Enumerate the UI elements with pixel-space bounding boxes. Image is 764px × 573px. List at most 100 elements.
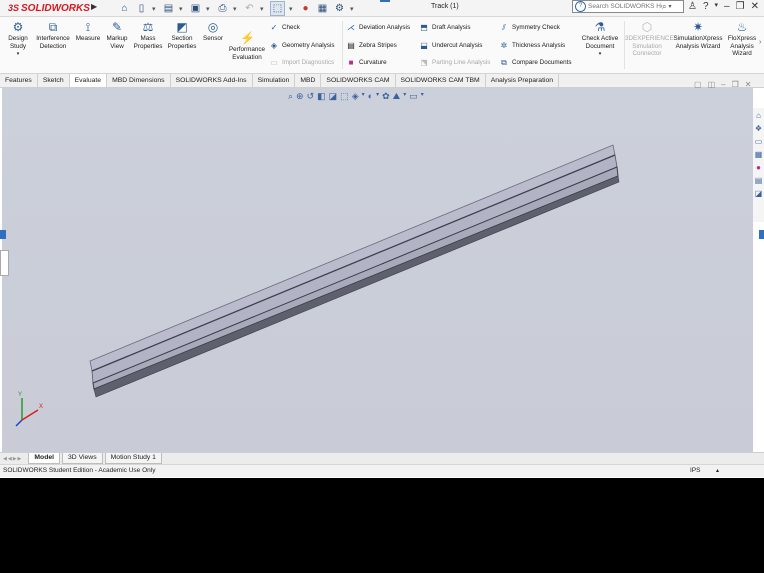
- track-groove-line: [91, 154, 616, 372]
- track-part[interactable]: [89, 144, 620, 398]
- user-icon[interactable]: ♙: [688, 1, 697, 12]
- measure-button[interactable]: ⟟ Measure: [74, 20, 102, 43]
- import-diagnostics-button[interactable]: ▭ Import Diagnostics: [269, 57, 334, 68]
- design-study-button[interactable]: ⚙ Design Study ▾: [4, 20, 32, 59]
- options-dropdown-icon[interactable]: ▾: [350, 5, 356, 13]
- tab-solidworks-add-ins[interactable]: SOLIDWORKS Add-Ins: [171, 74, 253, 87]
- symmetry-check-button[interactable]: ⫽ Symmetry Check: [499, 22, 560, 33]
- zebra-stripes-icon: ▤: [347, 40, 355, 50]
- check-active-dropdown-icon[interactable]: ▾: [599, 51, 602, 57]
- tab-sketch[interactable]: Sketch: [38, 74, 70, 87]
- tab-solidworks-cam-tbm[interactable]: SOLIDWORKS CAM TBM: [396, 74, 486, 87]
- top-splitter-handle[interactable]: [380, 0, 390, 2]
- parting-line-icon: ⬔: [420, 57, 428, 67]
- deviation-analysis-button[interactable]: ⋌ Deviation Analysis: [346, 22, 410, 33]
- minimize-icon[interactable]: –: [724, 1, 730, 12]
- right-edge-handle[interactable]: [759, 230, 764, 239]
- view-palette-icon[interactable]: ▦: [754, 149, 763, 160]
- feature-manager-flyout-tab[interactable]: [0, 250, 9, 276]
- tab-features[interactable]: Features: [0, 74, 38, 87]
- forum-icon[interactable]: ◪: [754, 188, 763, 199]
- print-icon[interactable]: ⎙: [216, 2, 229, 15]
- thickness-analysis-button[interactable]: ✲ Thickness Analysis: [499, 40, 566, 51]
- thickness-icon: ✲: [500, 40, 508, 50]
- undercut-analysis-button[interactable]: ⬓ Undercut Analysis: [419, 40, 482, 51]
- tab-simulation[interactable]: Simulation: [253, 74, 296, 87]
- curvature-button[interactable]: ■ Curvature: [346, 57, 387, 68]
- compare-documents-button[interactable]: ⧉ Compare Documents: [499, 57, 572, 68]
- section-properties-button[interactable]: ◩ Section Properties: [166, 20, 198, 50]
- floxpress-button[interactable]: ♨ FloXpress Analysis Wizard: [726, 20, 758, 58]
- simulationxpress-button[interactable]: ✷ SimulationXpress Analysis Wizard: [670, 20, 726, 50]
- design-study-dropdown-icon[interactable]: ▾: [17, 51, 20, 57]
- help-dropdown-icon[interactable]: ▾: [715, 1, 719, 12]
- help-search-box[interactable]: ? ⌕ ▾: [572, 0, 684, 13]
- undo-dropdown-icon[interactable]: ▾: [260, 5, 266, 13]
- print-dropdown-icon[interactable]: ▾: [233, 5, 239, 13]
- file-properties-icon[interactable]: ▦: [316, 2, 329, 15]
- rebuild-icon[interactable]: ●: [299, 2, 312, 15]
- simxpress-label-1: SimulationXpress: [673, 35, 723, 42]
- home-icon[interactable]: ⌂: [118, 2, 131, 15]
- solidworks-resources-icon[interactable]: ⌂: [754, 110, 763, 121]
- tab-mbd[interactable]: MBD: [295, 74, 322, 87]
- sensor-button[interactable]: ◎ Sensor: [200, 20, 226, 43]
- tab-solidworks-cam[interactable]: SOLIDWORKS CAM: [321, 74, 396, 87]
- restore-icon[interactable]: ❐: [736, 1, 745, 12]
- tab-3d-views[interactable]: 3D Views: [62, 453, 103, 464]
- graphics-area[interactable]: ▢ ◫ – ❐ ✕ ⌕ ⊕ ↺ ◧ ◪ ⬚ ◈ ▾ ◐ ▾ ✿ ⛰ ▾ ▭ ▾: [2, 80, 753, 452]
- search-icon[interactable]: ⌕: [662, 2, 666, 12]
- zebra-stripes-button[interactable]: ▤ Zebra Stripes: [346, 40, 397, 51]
- appearances-icon[interactable]: ●: [754, 162, 763, 173]
- check-button[interactable]: ✓ Check: [269, 22, 300, 33]
- help-icon: ?: [575, 1, 586, 12]
- open-icon[interactable]: ▤: [162, 2, 175, 15]
- search-dropdown-icon[interactable]: ▾: [668, 3, 671, 10]
- select-dropdown-icon[interactable]: ▾: [289, 5, 295, 13]
- save-dropdown-icon[interactable]: ▾: [206, 5, 212, 13]
- menu-expand-arrow-icon[interactable]: ▶: [91, 2, 99, 14]
- undo-icon[interactable]: ↶: [243, 2, 256, 15]
- parting-line-analysis-button[interactable]: ⬔ Parting Line Analysis: [419, 57, 490, 68]
- tab-mbd-dimensions[interactable]: MBD Dimensions: [107, 74, 171, 87]
- new-dropdown-icon[interactable]: ▾: [152, 5, 158, 13]
- unit-system-dropdown-icon[interactable]: ▴: [716, 465, 719, 477]
- ribbon-scroll-right-icon[interactable]: ›: [759, 39, 761, 46]
- coordinate-triad: X Y: [15, 392, 43, 427]
- performance-icon: ⚡: [240, 31, 255, 45]
- open-dropdown-icon[interactable]: ▾: [179, 5, 185, 13]
- options-gear-icon[interactable]: ⚙: [333, 2, 346, 15]
- new-document-icon[interactable]: ▯: [135, 2, 148, 15]
- tab-scroll-arrows-icon[interactable]: ◀◀▶▶: [0, 456, 28, 462]
- tab-motion-study-1[interactable]: Motion Study 1: [104, 453, 162, 464]
- help-search-input[interactable]: [588, 3, 662, 10]
- triad-x-label: X: [39, 404, 43, 410]
- tab-analysis-preparation[interactable]: Analysis Preparation: [486, 74, 560, 87]
- file-explorer-icon[interactable]: ▭: [754, 136, 763, 147]
- save-icon[interactable]: ▣: [189, 2, 202, 15]
- geometry-analysis-button[interactable]: ◈ Geometry Analysis: [269, 40, 335, 51]
- unit-system[interactable]: IPS: [690, 465, 700, 477]
- left-edge-handle[interactable]: [0, 230, 6, 239]
- interference-detection-button[interactable]: ⧉ Interference Detection: [33, 20, 73, 50]
- tab-model[interactable]: Model: [28, 453, 61, 464]
- deviation-icon: ⋌: [347, 22, 355, 32]
- measure-label: Measure: [75, 35, 101, 42]
- close-icon[interactable]: ✕: [751, 1, 759, 12]
- markup-view-button[interactable]: ✎ Markup View: [104, 20, 130, 50]
- performance-evaluation-button[interactable]: ⚡ Performance Evaluation: [227, 31, 267, 61]
- check-active-document-button[interactable]: ⚗ Check Active Document ▾: [578, 20, 622, 59]
- compare-documents-label: Compare Documents: [512, 59, 572, 66]
- tab-evaluate[interactable]: Evaluate: [69, 74, 108, 87]
- track-side-face: [93, 175, 620, 398]
- model-canvas: X Y: [15, 144, 620, 427]
- custom-properties-icon[interactable]: ▤: [754, 175, 763, 186]
- mass-properties-button[interactable]: ⚖ Mass Properties: [132, 20, 164, 50]
- select-icon[interactable]: ⬚: [270, 1, 285, 16]
- 3dexperience-simulation-connector-button[interactable]: ⬡ 3DEXPERIENCE Simulation Connector: [625, 20, 674, 58]
- design-study-icon: ⚙: [12, 20, 24, 34]
- solidworks-logo[interactable]: 3S SOLIDWORKS: [8, 1, 90, 15]
- draft-analysis-button[interactable]: ⬒ Draft Analysis: [419, 22, 470, 33]
- design-library-icon[interactable]: ❖: [754, 123, 763, 134]
- help-menu-icon[interactable]: ?: [703, 1, 709, 12]
